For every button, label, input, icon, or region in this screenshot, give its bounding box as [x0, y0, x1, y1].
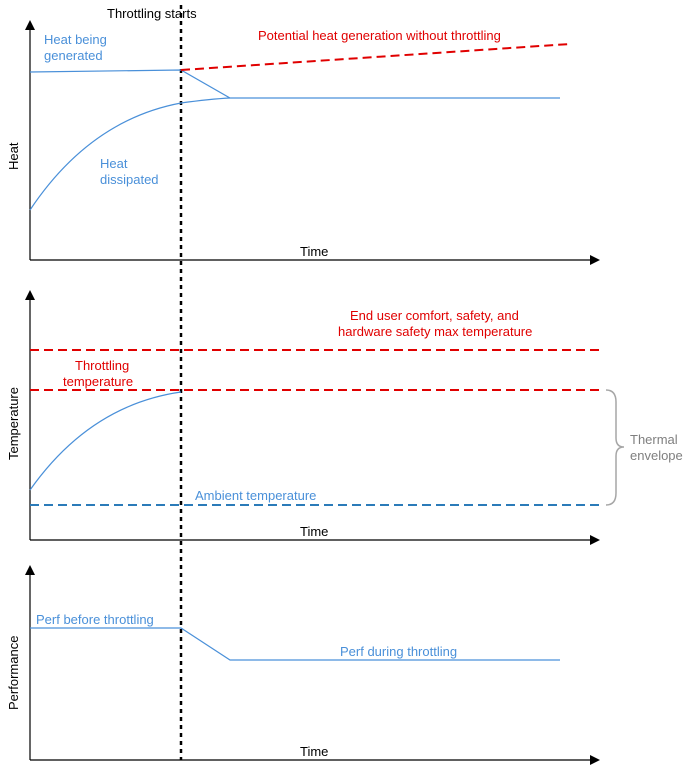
thermal-envelope-brace — [606, 390, 624, 505]
heat-dissipated-label: Heat — [100, 156, 128, 171]
ambient-temp-label: Ambient temperature — [195, 488, 316, 503]
max-temp-label2: hardware safety max temperature — [338, 324, 532, 339]
perf-during-label: Perf during throttling — [340, 644, 457, 659]
heat-generated-line — [30, 70, 560, 98]
y-axis-label: Heat — [6, 142, 21, 170]
x-axis-label-2: Time — [300, 524, 328, 539]
x-axis-label: Time — [300, 244, 328, 259]
device-temp-line — [30, 392, 181, 490]
max-temp-label1: End user comfort, safety, and — [350, 308, 519, 323]
panel-heat: Time Heat Heat being generated Heat diss… — [6, 20, 600, 265]
heat-dissipated-label2: dissipated — [100, 172, 159, 187]
perf-before-label: Perf before throttling — [36, 612, 154, 627]
heat-dissipated-line — [30, 98, 230, 210]
throttling-temp-label2: temperature — [63, 374, 133, 389]
y-axis-label-3: Performance — [6, 636, 21, 710]
diagram: Throttling starts Time Heat Heat being g… — [0, 0, 690, 767]
heat-generated-label: Heat being — [44, 32, 107, 47]
throttling-starts-label: Throttling starts — [107, 6, 197, 21]
thermal-envelope-label2: envelope — [630, 448, 683, 463]
thermal-envelope-label: Thermal — [630, 432, 678, 447]
y-axis-label-2: Temperature — [6, 387, 21, 460]
panel-performance: Time Performance Perf before throttling … — [6, 565, 600, 765]
potential-heat-line — [181, 44, 570, 70]
potential-heat-label: Potential heat generation without thrott… — [258, 28, 501, 43]
heat-generated-label2: generated — [44, 48, 103, 63]
throttling-temp-label: Throttling — [75, 358, 129, 373]
x-axis-label-3: Time — [300, 744, 328, 759]
panel-temperature: Time Temperature End user comfort, safet… — [6, 290, 683, 545]
perf-line — [30, 628, 560, 660]
